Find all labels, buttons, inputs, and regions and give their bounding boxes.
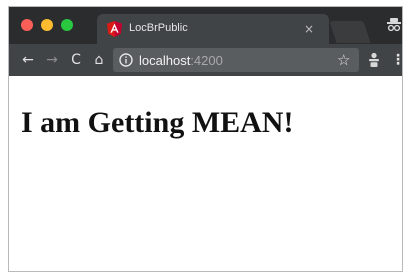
window-close-button[interactable] — [21, 19, 33, 31]
forward-button[interactable]: → — [43, 50, 61, 70]
tab-strip: LocBrPublic × — [9, 7, 402, 44]
url-host: localhost — [139, 53, 191, 68]
browser-toolbar: ← → C ⌂ localhost:4200 ☆ ⋮ — [9, 44, 402, 76]
bookmark-star-icon[interactable]: ☆ — [337, 50, 350, 70]
menu-icon[interactable]: ⋮ — [391, 50, 402, 70]
tab-close-button[interactable]: × — [304, 21, 314, 37]
extension-icon[interactable] — [368, 52, 380, 68]
tab-locbrpublic[interactable]: LocBrPublic × — [97, 14, 329, 44]
page-viewport: I am Getting MEAN! — [9, 76, 402, 271]
url-port: :4200 — [190, 53, 223, 68]
page-heading: I am Getting MEAN! — [21, 106, 294, 139]
url-text[interactable]: localhost:4200 — [139, 53, 223, 68]
browser-window: LocBrPublic × ← → C ⌂ localhost:4200 ☆ I… — [8, 6, 403, 272]
home-button[interactable]: ⌂ — [90, 50, 108, 70]
address-bar[interactable]: localhost:4200 ☆ — [113, 48, 359, 72]
angular-icon — [107, 21, 122, 37]
incognito-icon — [387, 18, 401, 32]
back-button[interactable]: ← — [19, 50, 37, 70]
info-icon[interactable] — [119, 53, 133, 67]
window-minimize-button[interactable] — [41, 19, 53, 31]
tab-title: LocBrPublic — [129, 22, 188, 34]
reload-button[interactable]: C — [67, 50, 85, 70]
new-tab-button[interactable] — [329, 21, 371, 43]
window-zoom-button[interactable] — [61, 19, 73, 31]
